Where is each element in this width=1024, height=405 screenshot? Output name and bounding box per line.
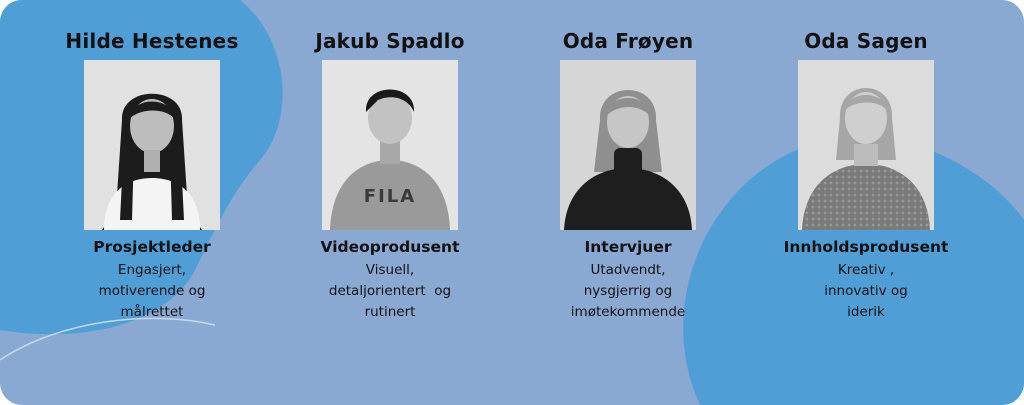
member-name: Oda Frøyen [562, 29, 694, 53]
member-name: Hilde Hestenes [65, 29, 239, 53]
team-member-3: Oda Frøyen Intervjuer Utadvendt, nysgjer… [498, 22, 758, 323]
team-card: Hilde Hestenes Prosjektleder Engasjert, … [0, 0, 1024, 405]
member-description: Utadvendt, nysgjerrig og imøtekommende [498, 260, 758, 323]
description-line: Utadvendt, [590, 262, 666, 278]
member-description: Visuell, detaljorientert og rutinert [260, 260, 520, 323]
portrait-photo [560, 60, 696, 230]
team-member-1: Hilde Hestenes Prosjektleder Engasjert, … [22, 22, 282, 323]
member-name: Oda Sagen [804, 29, 928, 53]
portrait-photo [798, 60, 934, 230]
member-description: Kreativ , innovativ og iderik [736, 260, 996, 323]
member-name: Jakub Spadlo [315, 29, 465, 53]
svg-text:FILA: FILA [364, 186, 416, 207]
member-description: Engasjert, motiverende og målrettet [22, 260, 282, 323]
description-line: målrettet [120, 304, 184, 320]
team-member-2: Jakub Spadlo FILA Videoprodusent Visuell… [260, 22, 520, 323]
member-role: Intervjuer [584, 238, 672, 256]
description-line: nysgjerrig og [583, 283, 673, 299]
description-line: innovativ og [824, 283, 908, 299]
member-role: Prosjektleder [93, 238, 211, 256]
description-line: Engasjert, [117, 262, 187, 278]
portrait-photo: FILA [322, 60, 458, 230]
description-line: Visuell, [365, 262, 415, 278]
team-member-4: Oda Sagen Innholdsprodusent Kreativ , in… [736, 22, 996, 323]
description-line: motiverende og [98, 283, 206, 299]
member-role: Innholdsprodusent [783, 238, 949, 256]
description-line: rutinert [364, 304, 416, 320]
description-line: imøtekommende [570, 304, 686, 320]
description-line: Kreativ , [837, 262, 895, 278]
portrait-photo [84, 60, 220, 230]
description-line: iderik [847, 304, 885, 320]
description-line: detaljorientert og [328, 283, 452, 299]
member-role: Videoprodusent [320, 238, 460, 256]
